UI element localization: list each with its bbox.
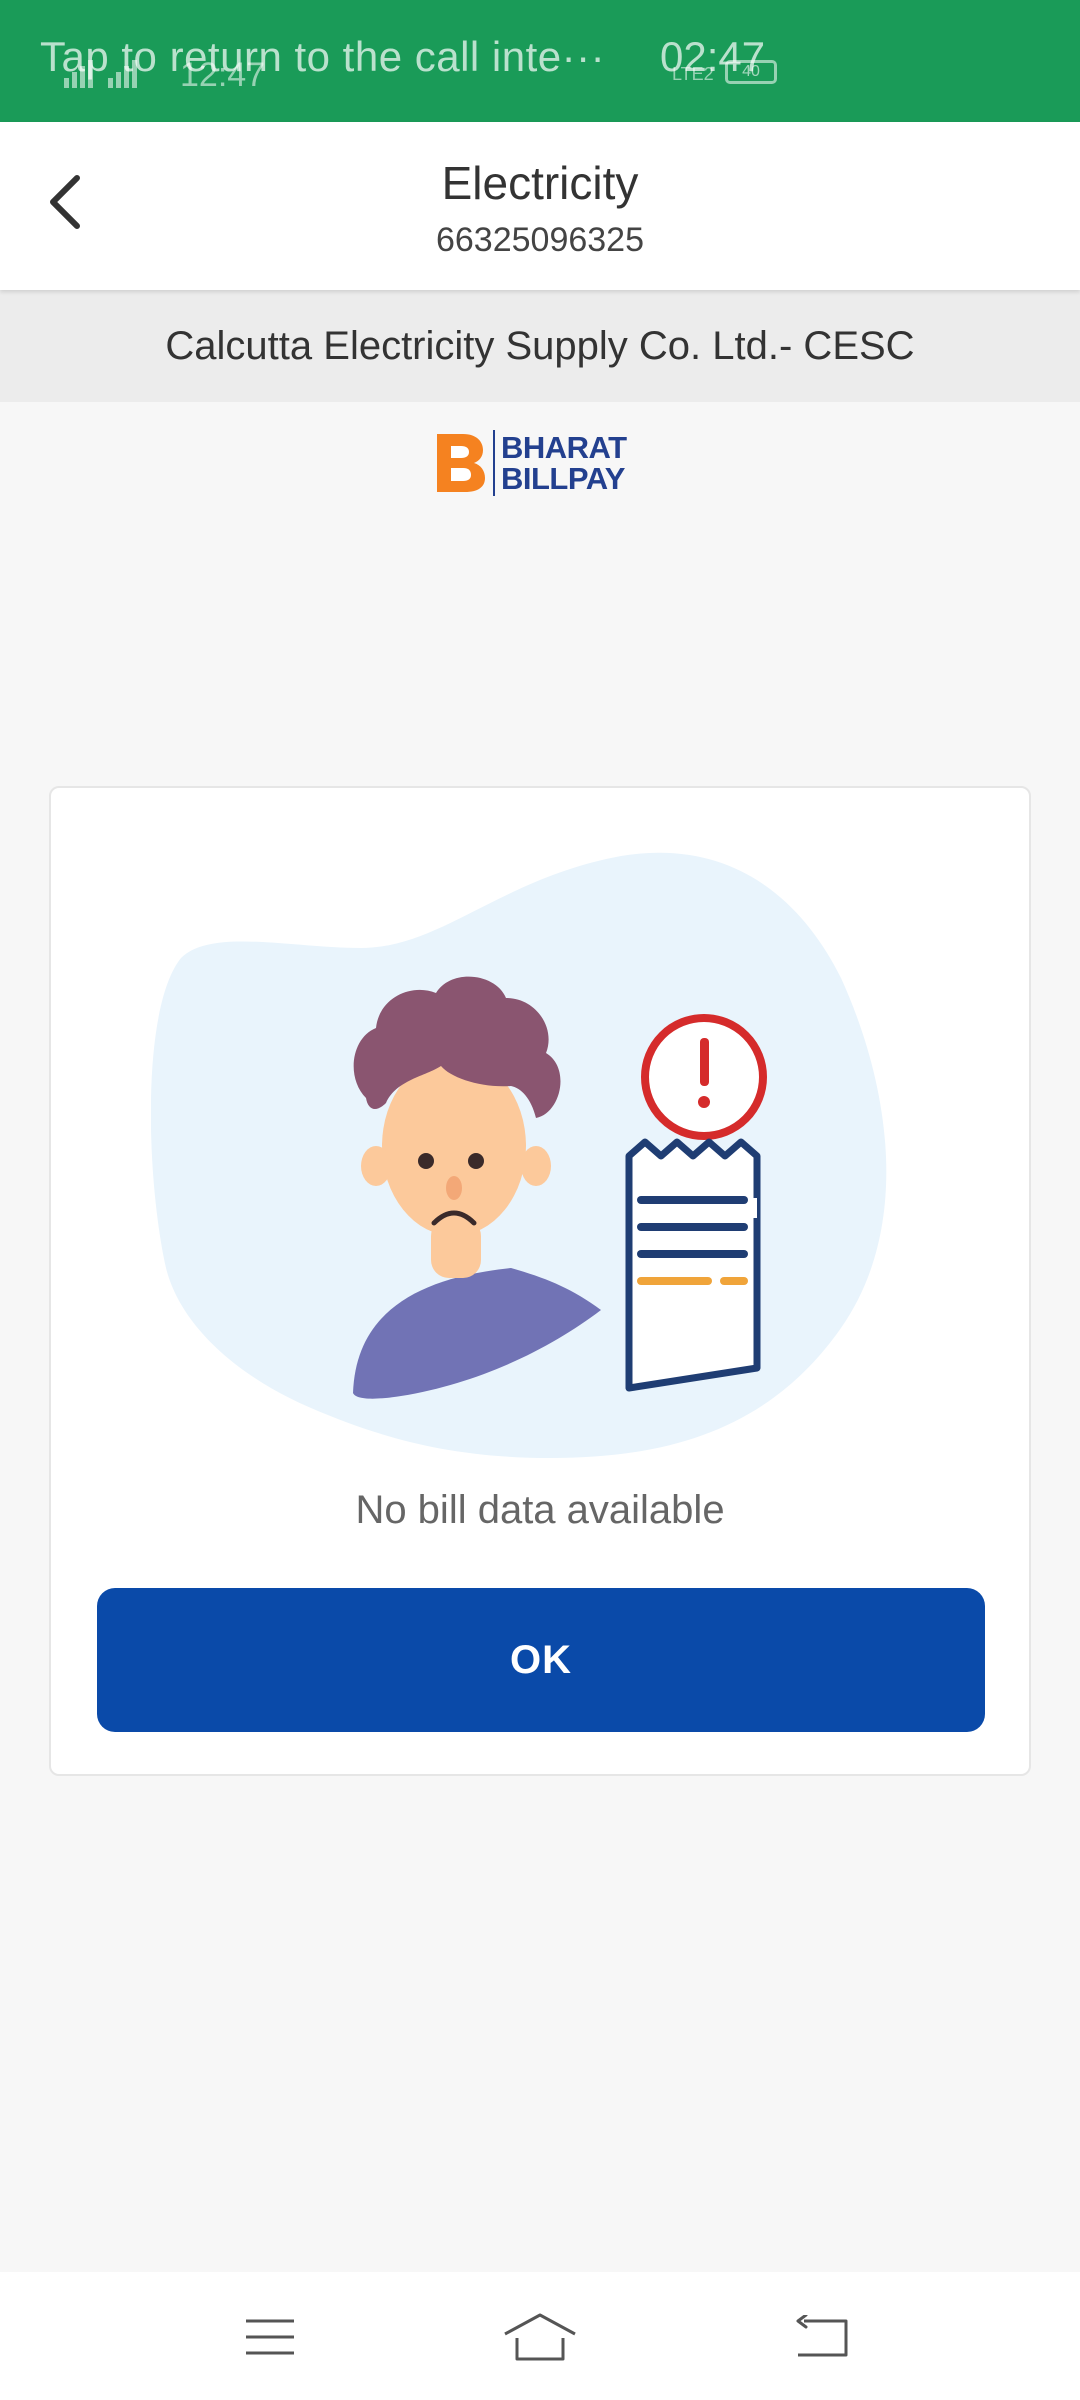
- call-banner-text[interactable]: Tap to return to the call inte···: [40, 36, 605, 78]
- logo-text: BHARAT BILLPAY: [501, 432, 627, 494]
- home-icon: [504, 2313, 576, 2361]
- back-nav-button[interactable]: [772, 2302, 872, 2372]
- back-icon: [796, 2315, 848, 2357]
- ok-button[interactable]: OK: [97, 1588, 985, 1732]
- logo-divider: [493, 430, 495, 496]
- logo-line-1: BHARAT: [501, 430, 627, 465]
- page-title: Electricity: [441, 157, 639, 209]
- empty-state-message: No bill data available: [355, 1488, 725, 1532]
- bharat-billpay-logo: BHARAT BILLPAY: [433, 428, 647, 498]
- menu-button[interactable]: [220, 2302, 320, 2372]
- system-navigation-bar: [0, 2272, 1080, 2400]
- network-label: LTE2: [672, 64, 714, 84]
- app-header: Electricity 66325096325: [0, 122, 1080, 290]
- account-number: 66325096325: [435, 221, 644, 259]
- bharat-billpay-b-icon: [437, 434, 485, 492]
- menu-icon: [246, 2319, 294, 2355]
- biller-name: Calcutta Electricity Supply Co. Ltd.- CE…: [0, 290, 1080, 402]
- battery-icon: 40: [725, 60, 777, 84]
- empty-state-card: No bill data available OK: [49, 786, 1031, 1776]
- home-button[interactable]: [490, 2302, 590, 2372]
- sad-person-with-bill-alert-illustration: [151, 852, 887, 1458]
- logo-line-2: BILLPAY: [501, 461, 625, 496]
- status-bar[interactable]: 12:47 Tap to return to the call inte··· …: [0, 0, 1080, 122]
